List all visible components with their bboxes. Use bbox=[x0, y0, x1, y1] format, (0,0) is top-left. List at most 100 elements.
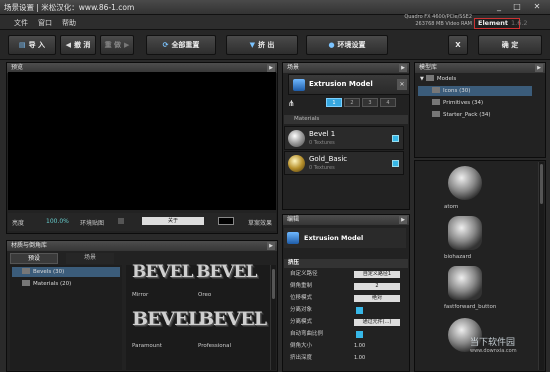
env-map-select[interactable]: 关于 bbox=[142, 217, 204, 225]
panel-arrow-icon[interactable]: ▶ bbox=[267, 64, 275, 72]
panel-arrow-icon[interactable]: ▶ bbox=[399, 216, 407, 224]
tab-group-1[interactable]: 1 bbox=[326, 98, 342, 107]
undo-label: 撤 消 bbox=[73, 41, 91, 49]
panel-arrow-icon[interactable]: ▶ bbox=[535, 64, 543, 72]
fastforward-model-icon[interactable] bbox=[448, 266, 482, 300]
panel-arrow-icon[interactable]: ▶ bbox=[399, 64, 407, 72]
edit-model-name: Extrusion Model bbox=[304, 234, 364, 242]
tree-root-models[interactable]: ▼ Models bbox=[418, 74, 542, 84]
prop-value-field[interactable]: 2 bbox=[354, 283, 400, 290]
prop-value-text[interactable]: 1.00 bbox=[354, 343, 400, 350]
prop-key: 分离对象 bbox=[290, 307, 313, 313]
extrude-icon: ▼ bbox=[249, 41, 255, 49]
tree-item-icons[interactable]: Icons (30) bbox=[418, 86, 532, 96]
material-row-bevel1[interactable]: Bevel 1 0 Textures bbox=[284, 126, 404, 150]
undo-button[interactable]: ◀ 撤 消 bbox=[60, 35, 96, 55]
folder-icon bbox=[432, 87, 440, 93]
environment-settings-button[interactable]: ● 环境设置 bbox=[306, 35, 388, 55]
material-name: Bevel 1 bbox=[309, 130, 336, 138]
extrude-section-header[interactable]: 挤压 bbox=[284, 259, 408, 268]
model-scrollbar[interactable] bbox=[538, 162, 544, 370]
tab-group-4[interactable]: 4 bbox=[380, 98, 396, 107]
prop-offset-mode: 位移模式 绝对 bbox=[284, 294, 404, 303]
prop-key: 分离模式 bbox=[290, 319, 313, 325]
title-bar: 场景设置 | 米松汉化：www.86-1.com _ □ ✕ bbox=[0, 0, 550, 15]
thumb-label-oreo: Oreo bbox=[198, 292, 212, 298]
minimize-button[interactable]: _ bbox=[490, 2, 508, 12]
ok-button[interactable]: 确 定 bbox=[478, 35, 542, 55]
tab-group-3[interactable]: 3 bbox=[362, 98, 378, 107]
folder-icon bbox=[425, 75, 434, 81]
atom-model-icon[interactable] bbox=[448, 166, 482, 200]
prop-key: 自动弯曲比例 bbox=[290, 331, 324, 337]
panel-arrow-icon[interactable]: ▶ bbox=[267, 242, 275, 250]
prop-value-field[interactable]: 通过元件(...) bbox=[354, 319, 400, 326]
env-map-checkbox[interactable] bbox=[118, 218, 124, 224]
group-tabs: 1 2 3 4 bbox=[300, 98, 398, 108]
library-scrollbar[interactable] bbox=[270, 265, 276, 370]
folder-icon bbox=[432, 111, 440, 117]
scroll-thumb[interactable] bbox=[540, 164, 543, 204]
materials-section-header[interactable]: Materials bbox=[284, 115, 408, 124]
tree-item-label: Icons (30) bbox=[443, 88, 471, 94]
bevel-thumbnail[interactable]: BEVEL bbox=[132, 262, 193, 282]
tree-item-starter-pack[interactable]: Starter_Pack (34) bbox=[418, 110, 532, 120]
element-name: Element bbox=[478, 19, 508, 27]
tree-item-primitives[interactable]: Primitives (34) bbox=[418, 98, 532, 108]
cancel-x-button[interactable]: X bbox=[448, 35, 468, 55]
edit-model-header: Extrusion Model bbox=[284, 228, 406, 248]
maximize-button[interactable]: □ bbox=[508, 2, 526, 12]
redo-button[interactable]: 重 做 ▶ bbox=[100, 35, 134, 55]
import-button[interactable]: ▤ 导 入 bbox=[8, 35, 56, 55]
material-sphere-icon bbox=[288, 155, 305, 172]
material-checkbox[interactable] bbox=[392, 135, 399, 142]
chevron-down-icon: ▼ bbox=[420, 76, 424, 82]
material-row-gold[interactable]: Gold_Basic 0 Textures bbox=[284, 151, 404, 175]
tree-root-label: Models bbox=[436, 76, 457, 82]
menu-window[interactable]: 窗口 bbox=[38, 18, 52, 28]
prop-value-field[interactable]: 绝对 bbox=[354, 295, 400, 302]
tab-presets[interactable]: 预设 bbox=[10, 253, 58, 264]
scene-model-name: Extrusion Model bbox=[309, 80, 373, 88]
folder-icon bbox=[22, 280, 30, 286]
preview-viewport[interactable] bbox=[8, 72, 276, 210]
close-window-button[interactable]: ✕ bbox=[528, 2, 546, 12]
tab-group-2[interactable]: 2 bbox=[344, 98, 360, 107]
prop-value-field[interactable]: 自定义路径1 bbox=[354, 271, 400, 278]
tree-item-materials[interactable]: Materials (20) bbox=[12, 279, 120, 289]
color-swatch[interactable] bbox=[218, 217, 234, 225]
bevel-thumbnail[interactable]: BEVEL bbox=[132, 308, 201, 330]
edit-header: 编辑 ▶ bbox=[283, 215, 409, 225]
edit-title: 编辑 bbox=[287, 216, 300, 223]
tab-scene[interactable]: 场景 bbox=[66, 253, 114, 264]
material-name: Gold_Basic bbox=[309, 155, 348, 163]
tree-item-bevels[interactable]: Bevels (30) bbox=[12, 267, 120, 277]
extrude-label: 挤 出 bbox=[257, 41, 275, 49]
scene-model-header[interactable]: Extrusion Model ✕ bbox=[288, 74, 410, 95]
menu-file[interactable]: 文件 bbox=[14, 18, 28, 28]
thumb-label-professional: Professional bbox=[198, 343, 232, 349]
tree-item-label: Bevels (30) bbox=[33, 269, 65, 275]
reset-all-button[interactable]: ⟳ 全部重置 bbox=[146, 35, 216, 55]
material-checkbox[interactable] bbox=[392, 160, 399, 167]
prop-checkbox[interactable] bbox=[356, 307, 363, 314]
bevel-thumbnail[interactable]: BEVEL bbox=[198, 308, 267, 330]
prop-key: 自定义路径 bbox=[290, 271, 318, 277]
library-title: 材质与倒角库 bbox=[11, 242, 48, 249]
scene-title: 场景 bbox=[287, 64, 300, 71]
scroll-thumb[interactable] bbox=[272, 269, 275, 299]
prop-custom-path: 自定义路径 自定义路径1 bbox=[284, 270, 404, 279]
extrude-button[interactable]: ▼ 挤 出 bbox=[226, 35, 298, 55]
tree-item-label: Materials (20) bbox=[33, 281, 72, 287]
brightness-label: 亮度 bbox=[12, 220, 25, 227]
prop-value-text[interactable]: 1.00 bbox=[354, 355, 400, 362]
close-icon[interactable]: ✕ bbox=[397, 79, 407, 90]
menu-help[interactable]: 帮助 bbox=[62, 18, 76, 28]
prop-checkbox[interactable] bbox=[356, 331, 363, 338]
prop-bevel-size: 倒角大小 1.00 bbox=[284, 342, 404, 351]
bevel-thumbnail[interactable]: BEVEL bbox=[196, 262, 257, 282]
brightness-value[interactable]: 100.0% bbox=[46, 218, 69, 225]
tree-icon[interactable]: ⋔ bbox=[288, 99, 295, 108]
biohazard-model-icon[interactable] bbox=[448, 216, 482, 250]
tree-item-label: Starter_Pack (34) bbox=[443, 112, 491, 118]
